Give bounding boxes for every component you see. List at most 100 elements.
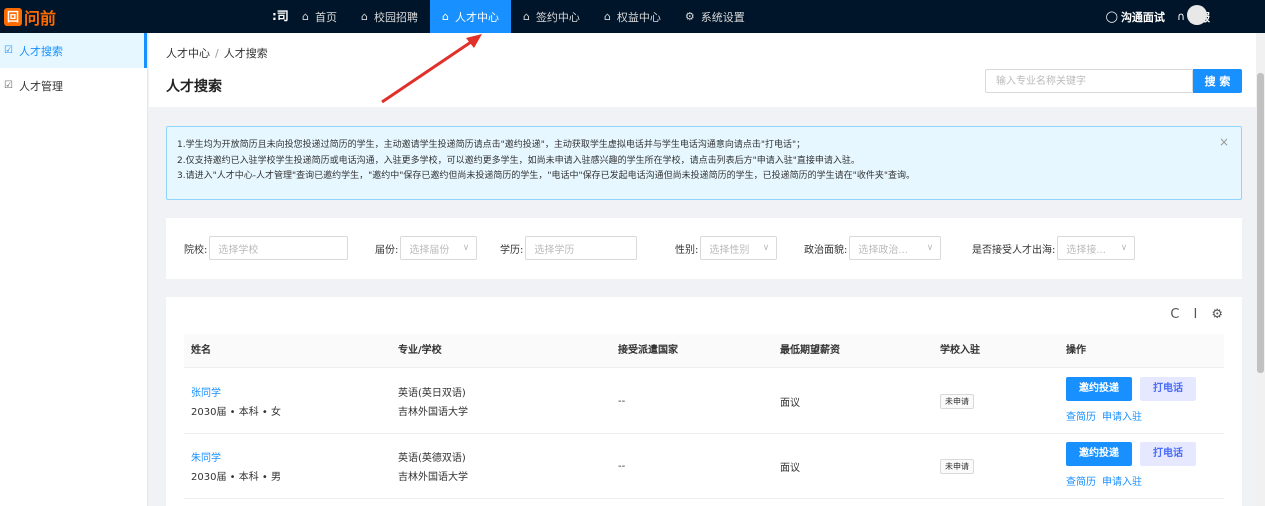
column-height-icon[interactable]: I [1194,307,1198,322]
nav-label: 系统设置 [700,10,745,24]
talent-table-panel: C I ⚙ 姓名 专业/学校 接受派遣国家 最低期望薪资 学校入驻 操作 张同学… [166,297,1242,506]
nav-item-campus[interactable]: ⌂ 校园招聘 [349,0,430,33]
home-icon: ⌂ [522,10,530,23]
filter-school: 院校: 选择学校 [184,236,349,260]
nav-item-benefits[interactable]: ⌂ 权益中心 [592,0,673,33]
filter-label: 院校: [184,244,208,256]
actions-cell: 邀约投递 打电话 查简历 申请入驻 [1066,442,1196,488]
filter-placeholder: 选择学校 [218,244,259,256]
major-cell: 英语(英德双语) 吉林外国语大学 [398,449,468,483]
year-select[interactable]: 选择届份 ∨ [400,236,478,260]
actions-cell: 邀约投递 打电话 查简历 申请入驻 [1066,377,1196,423]
chat-icon: ◯ [1105,10,1118,23]
gender-select[interactable]: 选择性别 ∨ [700,236,778,260]
salary-cell: 面议 [780,398,800,409]
notice-line: 1.学生均为开放简历且未向投您投递过简历的学生，主动邀请学生投递简历请点击"邀约… [177,140,806,150]
nav-label: 人才中心 [454,10,499,24]
avatar[interactable] [1187,5,1207,25]
annotation-arrow [381,34,482,104]
interview-button[interactable]: ◯ 沟通面试 [1106,9,1165,25]
nav-label: 校园招聘 [373,10,418,24]
filter-placeholder: 选择学历 [534,244,575,256]
school-select[interactable]: 选择学校 [209,236,349,260]
nav-item-settings[interactable]: ⚙ 系统设置 [673,0,757,33]
chevron-down-icon: ∨ [462,243,470,253]
page-header: 人才中心 / 人才搜索 人才搜索 搜 索 [149,33,1256,107]
student-meta: 2030届 • 本科 • 女 [191,407,281,418]
nav-label: 首页 [314,10,337,24]
call-button[interactable]: 打电话 [1140,442,1196,466]
table-row: 朱同学 2030届 • 本科 • 男 英语(英德双语) 吉林外国语大学 -- 面… [184,434,1224,499]
menu-toggle-icon[interactable]: :司 [272,0,289,33]
apply-join-link[interactable]: 申请入驻 [1102,477,1142,488]
close-icon[interactable]: × [1219,135,1229,149]
chevron-down-icon: ∨ [926,243,934,253]
sidebar: ☑ 人才搜索 ☑ 人才管理 [0,33,148,506]
column-header: 最低期望薪资 [780,345,840,356]
status-badge: 未申请 [940,394,974,409]
nav-label: 权益中心 [616,10,661,24]
filter-placeholder: 选择届份 [409,244,450,256]
column-header: 专业/学校 [398,345,442,356]
filter-placeholder: 选择接... [1066,244,1106,256]
overseas-select[interactable]: 选择接... ∨ [1057,236,1136,260]
filter-label: 学历: [500,244,524,256]
logo-icon: 回 [4,7,22,26]
sidebar-item-label: 人才搜索 [18,44,63,58]
filter-label: 届份: [375,244,399,256]
refresh-icon[interactable]: C [1170,307,1179,322]
breadcrumb: 人才中心 / 人才搜索 [166,45,268,61]
nav-item-contract[interactable]: ⌂ 签约中心 [511,0,592,33]
nav-item-talent-center[interactable]: ⌂ 人才中心 [429,0,511,33]
nav-item-home[interactable]: ⌂ 首页 [290,0,349,33]
country-cell: -- [618,461,626,472]
table-header: 姓名 专业/学校 接受派遣国家 最低期望薪资 学校入驻 操作 [184,334,1224,368]
political-select[interactable]: 选择政治... ∨ [849,236,942,260]
student-name-link[interactable]: 张同学 [191,384,281,399]
search-button[interactable]: 搜 索 [1193,69,1242,93]
status-badge: 未申请 [940,459,974,474]
headset-icon: ∩ [1176,10,1185,23]
major-text: 英语(英日双语) [398,388,466,399]
scrollbar-thumb[interactable] [1257,73,1264,373]
top-navbar: 回 问前 :司 ⌂ 首页 ⌂ 校园招聘 ⌂ 人才中心 ⌂ 签约中心 ⌂ 权益中心 ⚙ 系统设… [0,0,1265,33]
call-button[interactable]: 打电话 [1140,377,1196,401]
settings-icon[interactable]: ⚙ [1211,307,1223,322]
filter-label: 是否接受人才出海: [972,244,1056,256]
nav-label: 签约中心 [535,10,580,24]
page-scrollbar[interactable] [1256,33,1265,506]
major-text: 英语(英德双语) [398,453,466,464]
notice-line: 3.请进入"人才中心-人才管理"查询已邀约学生，"邀约中"保存已邀约但尚未投递简… [177,171,915,181]
school-status-cell: 未申请 [940,459,974,474]
interview-label: 沟通面试 [1120,10,1165,24]
column-header: 接受派遣国家 [618,345,678,356]
invite-button[interactable]: 邀约投递 [1066,377,1132,401]
sidebar-item-talent-manage[interactable]: ☑ 人才管理 [0,68,147,103]
home-icon: ⌂ [603,10,611,23]
student-meta: 2030届 • 本科 • 男 [191,472,281,483]
degree-select[interactable]: 选择学历 [525,236,638,260]
gear-icon: ⚙ [684,10,695,23]
school-text: 吉林外国语大学 [398,472,468,483]
search-input[interactable] [985,69,1193,93]
filter-placeholder: 选择政治... [858,244,908,256]
apply-join-link[interactable]: 申请入驻 [1102,412,1142,423]
logo[interactable]: 回 问前 [0,0,56,33]
student-name-link[interactable]: 朱同学 [191,449,281,464]
home-icon: ⌂ [441,10,449,23]
view-resume-link[interactable]: 查简历 [1066,477,1096,488]
sidebar-item-talent-search[interactable]: ☑ 人才搜索 [0,33,147,68]
filter-label: 性别: [675,244,699,256]
table-toolbar: C I ⚙ [1156,307,1223,322]
main-nav: ⌂ 首页 ⌂ 校园招聘 ⌂ 人才中心 ⌂ 签约中心 ⌂ 权益中心 ⚙ 系统设置 [290,0,757,33]
school-status-cell: 未申请 [940,394,974,409]
school-text: 吉林外国语大学 [398,407,468,418]
invite-button[interactable]: 邀约投递 [1066,442,1132,466]
sidebar-item-label: 人才管理 [18,79,63,93]
column-header: 姓名 [191,345,211,356]
filter-political: 政治面貌: 选择政治... ∨ [804,236,942,260]
view-resume-link[interactable]: 查简历 [1066,412,1096,423]
breadcrumb-item[interactable]: 人才中心 [166,47,210,60]
filter-gender: 性别: 选择性别 ∨ [675,236,778,260]
filter-panel: 院校: 选择学校 届份: 选择届份 ∨ 学历: 选择学历 性别: 选择性别 ∨ 政治… [166,218,1242,279]
